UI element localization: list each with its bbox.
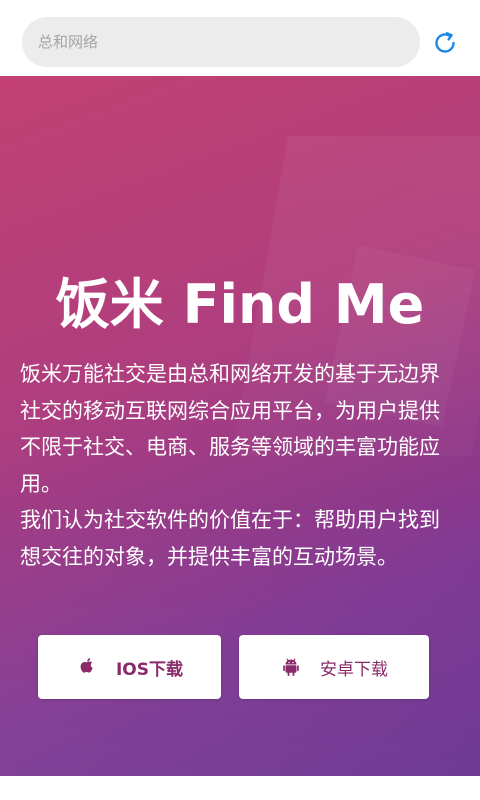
search-input[interactable]: [22, 17, 420, 67]
apple-icon: [76, 656, 98, 678]
footer-strip: [0, 776, 480, 800]
top-bar: [0, 0, 480, 76]
description-paragraph: 饭米万能社交是由总和网络开发的基于无边界社交的移动互联网综合应用平台，为用户提供…: [20, 362, 440, 496]
page: 饭米 Find Me 饭米万能社交是由总和网络开发的基于无边界社交的移动互联网综…: [0, 0, 480, 800]
hero-description: 饭米万能社交是由总和网络开发的基于无边界社交的移动互联网综合应用平台，为用户提供…: [20, 356, 460, 575]
android-download-button[interactable]: 安卓下载: [239, 635, 429, 699]
description-paragraph: 我们认为社交软件的价值在于：帮助用户找到想交往的对象，并提供丰富的互动场景。: [20, 508, 440, 569]
hero-title: 饭米 Find Me: [55, 273, 425, 336]
hero-banner: 饭米 Find Me 饭米万能社交是由总和网络开发的基于无边界社交的移动互联网综…: [0, 76, 480, 776]
refresh-button[interactable]: [430, 28, 460, 58]
ios-download-label: IOS下载: [115, 659, 184, 680]
ios-download-button[interactable]: IOS下载: [38, 635, 221, 699]
android-download-label: 安卓下载: [320, 659, 388, 680]
android-icon: [280, 656, 302, 678]
refresh-icon: [435, 32, 455, 53]
